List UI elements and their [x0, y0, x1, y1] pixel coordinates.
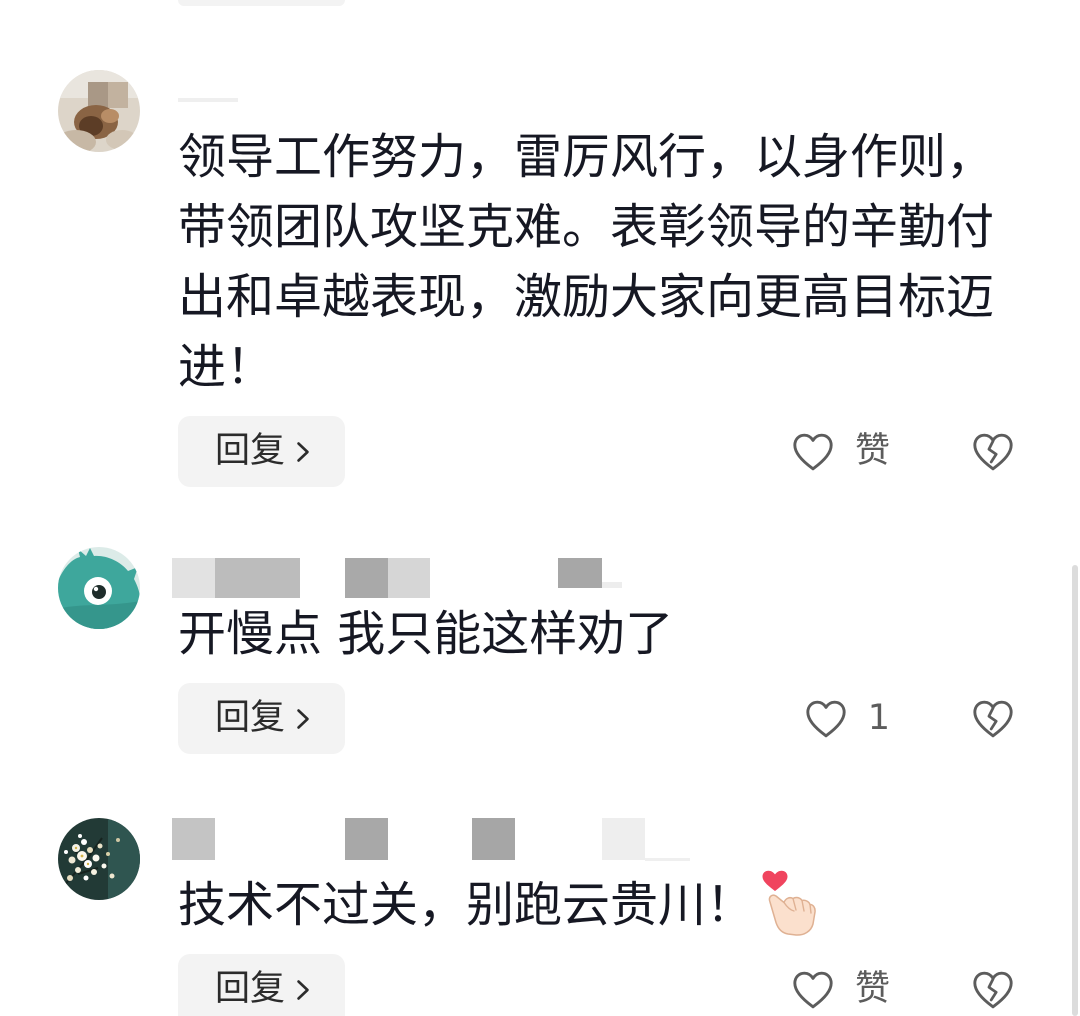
- comment-text-content: 开慢点 我只能这样劝了: [178, 606, 674, 662]
- dislike-button[interactable]: [971, 683, 1015, 754]
- like-button[interactable]: 1: [804, 683, 890, 754]
- comment-actions: 回复 赞: [178, 416, 1080, 487]
- like-button[interactable]: 赞: [791, 954, 890, 1016]
- comment-text: 开慢点 我只能这样劝了: [178, 599, 1018, 669]
- broken-heart-icon[interactable]: [971, 699, 1015, 739]
- dislike-button[interactable]: [971, 954, 1015, 1016]
- comment-list: 领导工作努力，雷厉风行，以身作则，带领团队攻坚克难。表彰领导的辛勤付出和卓越表现…: [0, 0, 1080, 1016]
- reply-label: 回复: [215, 698, 286, 738]
- comment-text: 领导工作努力，雷厉风行，以身作则，带领团队攻坚克难。表彰领导的辛勤付出和卓越表现…: [178, 122, 1018, 402]
- chevron-right-icon: [296, 708, 310, 730]
- broken-heart-icon[interactable]: [971, 432, 1015, 472]
- comment-text: 技术不过关，别跑云贵川！: [178, 870, 1018, 940]
- reply-button[interactable]: 回复: [178, 683, 345, 754]
- reply-label: 回复: [215, 969, 286, 1009]
- heart-outline-icon[interactable]: [804, 699, 848, 739]
- comment-text-content: 领导工作努力，雷厉风行，以身作则，带领团队攻坚克难。表彰领导的辛勤付出和卓越表现…: [178, 129, 995, 395]
- like-label: 赞: [854, 969, 890, 1009]
- chevron-right-icon: [296, 441, 310, 463]
- comment-actions: 回复 赞: [178, 954, 1080, 1016]
- reply-button[interactable]: 回复: [178, 416, 345, 487]
- comment-text-content: 技术不过关，别跑云贵川！: [178, 877, 755, 933]
- like-count: 1: [867, 698, 890, 738]
- dislike-button[interactable]: [971, 416, 1015, 487]
- reply-button[interactable]: 回复: [178, 954, 345, 1016]
- finger-heart-emoji: [760, 870, 818, 936]
- heart-outline-icon[interactable]: [791, 432, 835, 472]
- comment-item: 领导工作努力，雷厉风行，以身作则，带领团队攻坚克难。表彰领导的辛勤付出和卓越表现…: [0, 70, 1080, 487]
- chevron-right-icon: [296, 979, 310, 1001]
- comment-item: 技术不过关，别跑云贵川！ 回复 赞: [0, 818, 1080, 1016]
- like-label: 赞: [854, 431, 890, 471]
- like-button[interactable]: 赞: [791, 416, 890, 487]
- broken-heart-icon[interactable]: [971, 970, 1015, 1010]
- avatar[interactable]: [58, 547, 140, 629]
- avatar[interactable]: [58, 70, 140, 152]
- avatar[interactable]: [58, 818, 140, 900]
- comment-item: 开慢点 我只能这样劝了 回复 1: [0, 547, 1080, 754]
- previous-reply-button[interactable]: [178, 0, 345, 6]
- comment-actions: 回复 1: [178, 683, 1080, 754]
- reply-label: 回复: [215, 431, 286, 471]
- scrollbar[interactable]: [1072, 565, 1078, 1016]
- heart-outline-icon[interactable]: [791, 970, 835, 1010]
